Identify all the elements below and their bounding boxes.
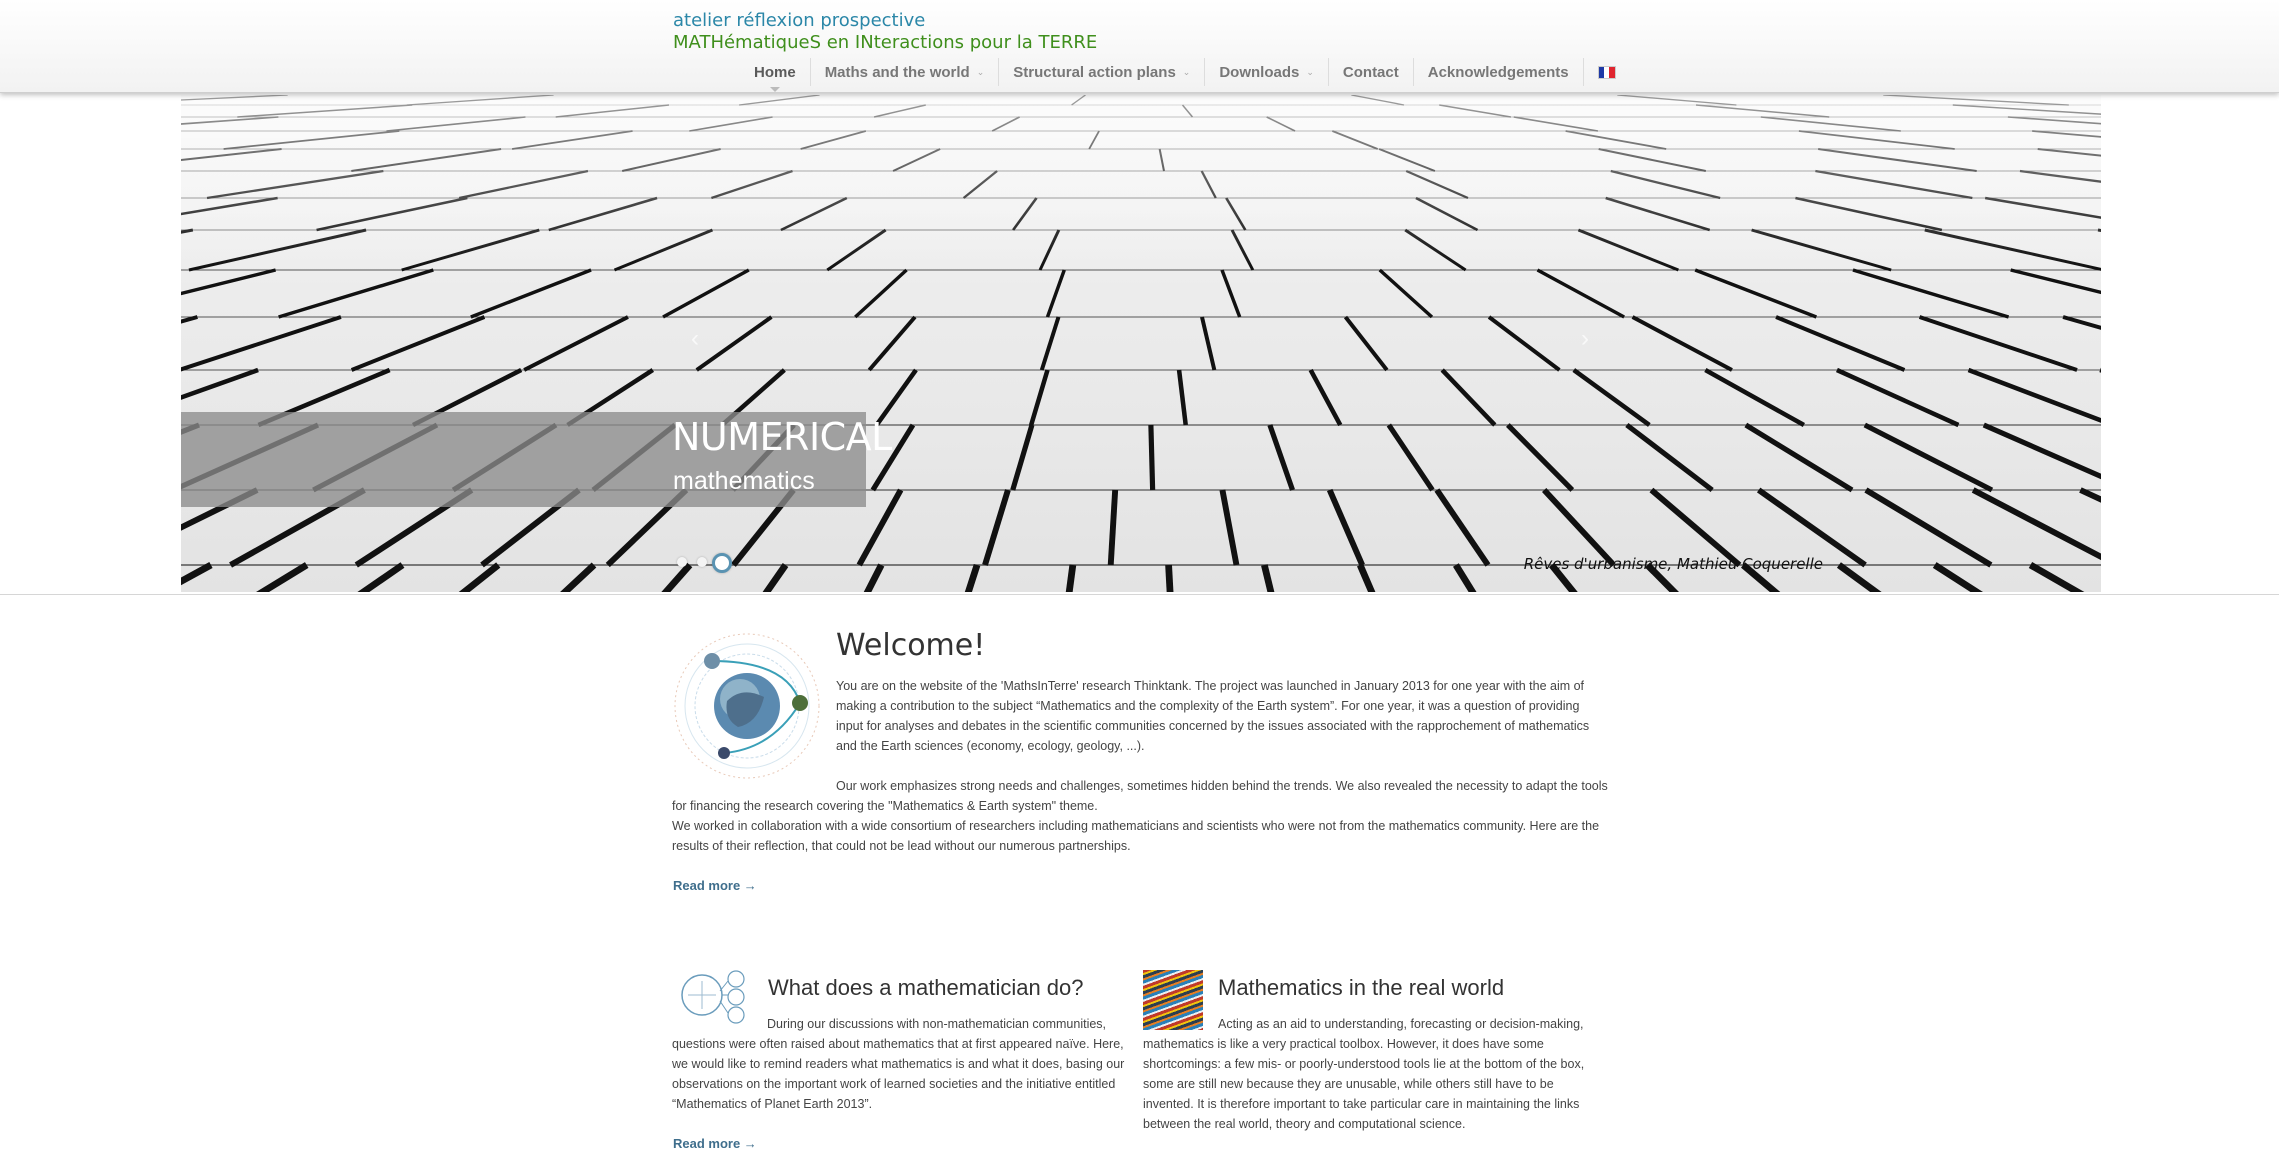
nav-item-label: Home: [754, 63, 796, 81]
nav-item-home[interactable]: Home: [740, 58, 810, 92]
slider-dot-1[interactable]: [677, 557, 687, 567]
divider: [0, 594, 2279, 595]
nav-item-label: Maths and the world: [824, 63, 970, 81]
nav-item-label: Acknowledgements: [1427, 63, 1569, 81]
nav-item-label: Contact: [1342, 63, 1399, 81]
welcome-paragraph-1: You are on the website of the 'MathsInTe…: [836, 679, 1590, 753]
slide-image-tiles: [181, 95, 2101, 592]
nav-item-acknowledgements[interactable]: Acknowledgements: [1412, 58, 1583, 86]
hero-slider[interactable]: NUMERICAL mathematics Rêves d'urbanisme,…: [181, 95, 2101, 592]
site-title-line1[interactable]: atelier réflexion prospective: [673, 10, 925, 31]
french-flag-icon: [1597, 65, 1616, 79]
nav-item-contact[interactable]: Contact: [1327, 58, 1413, 86]
earth-orbit-illustration: [674, 633, 820, 779]
column-1-text: During our discussions with non-mathemat…: [672, 1017, 1125, 1111]
welcome-paragraph-2: Our work emphasizes strong needs and cha…: [672, 779, 1608, 813]
read-more-link[interactable]: Read more →: [673, 878, 757, 893]
site-header: atelier réflexion prospective MATHématiq…: [0, 0, 2279, 93]
nav-item-downloads[interactable]: Downloads ⌄: [1204, 58, 1328, 86]
welcome-heading: Welcome!: [836, 628, 986, 663]
chevron-down-icon: ⌄: [1306, 66, 1314, 77]
chevron-down-icon: ⌄: [1182, 66, 1191, 77]
slider-dot-3-active[interactable]: [712, 553, 732, 573]
slider-prev-arrow[interactable]: ‹: [691, 325, 699, 353]
slide-caption-title: NUMERICAL: [672, 415, 892, 459]
column-2-title: Mathematics in the real world: [1218, 975, 1505, 1000]
column-2-text: Acting as an aid to understanding, forec…: [1143, 1017, 1585, 1131]
slide-caption-subtitle: mathematics: [673, 467, 815, 495]
nav-item-language[interactable]: [1582, 58, 1630, 86]
read-more-link[interactable]: Read more →: [673, 1136, 757, 1151]
slider-dot-2[interactable]: [697, 557, 707, 567]
slider-next-arrow[interactable]: ›: [1581, 325, 1589, 353]
slide-credit: Rêves d'urbanisme, Mathieu Coquerelle: [1523, 555, 1823, 573]
site-title-line2[interactable]: MATHématiqueS en INteractions pour la TE…: [673, 32, 1097, 53]
welcome-paragraph-3: We worked in collaboration with a wide c…: [672, 819, 1600, 853]
column-1-title: What does a mathematician do?: [768, 975, 1084, 1000]
nav-item-label: Structural action plans: [1013, 63, 1176, 81]
nav-item-label: Downloads: [1219, 63, 1300, 81]
main-nav: Home Maths and the world ⌄ Structural ac…: [740, 58, 1630, 92]
nav-item-structural-action-plans[interactable]: Structural action plans ⌄: [998, 58, 1204, 86]
chevron-down-icon: ⌄: [976, 66, 985, 77]
nav-item-maths-and-the-world[interactable]: Maths and the world ⌄: [809, 58, 999, 86]
